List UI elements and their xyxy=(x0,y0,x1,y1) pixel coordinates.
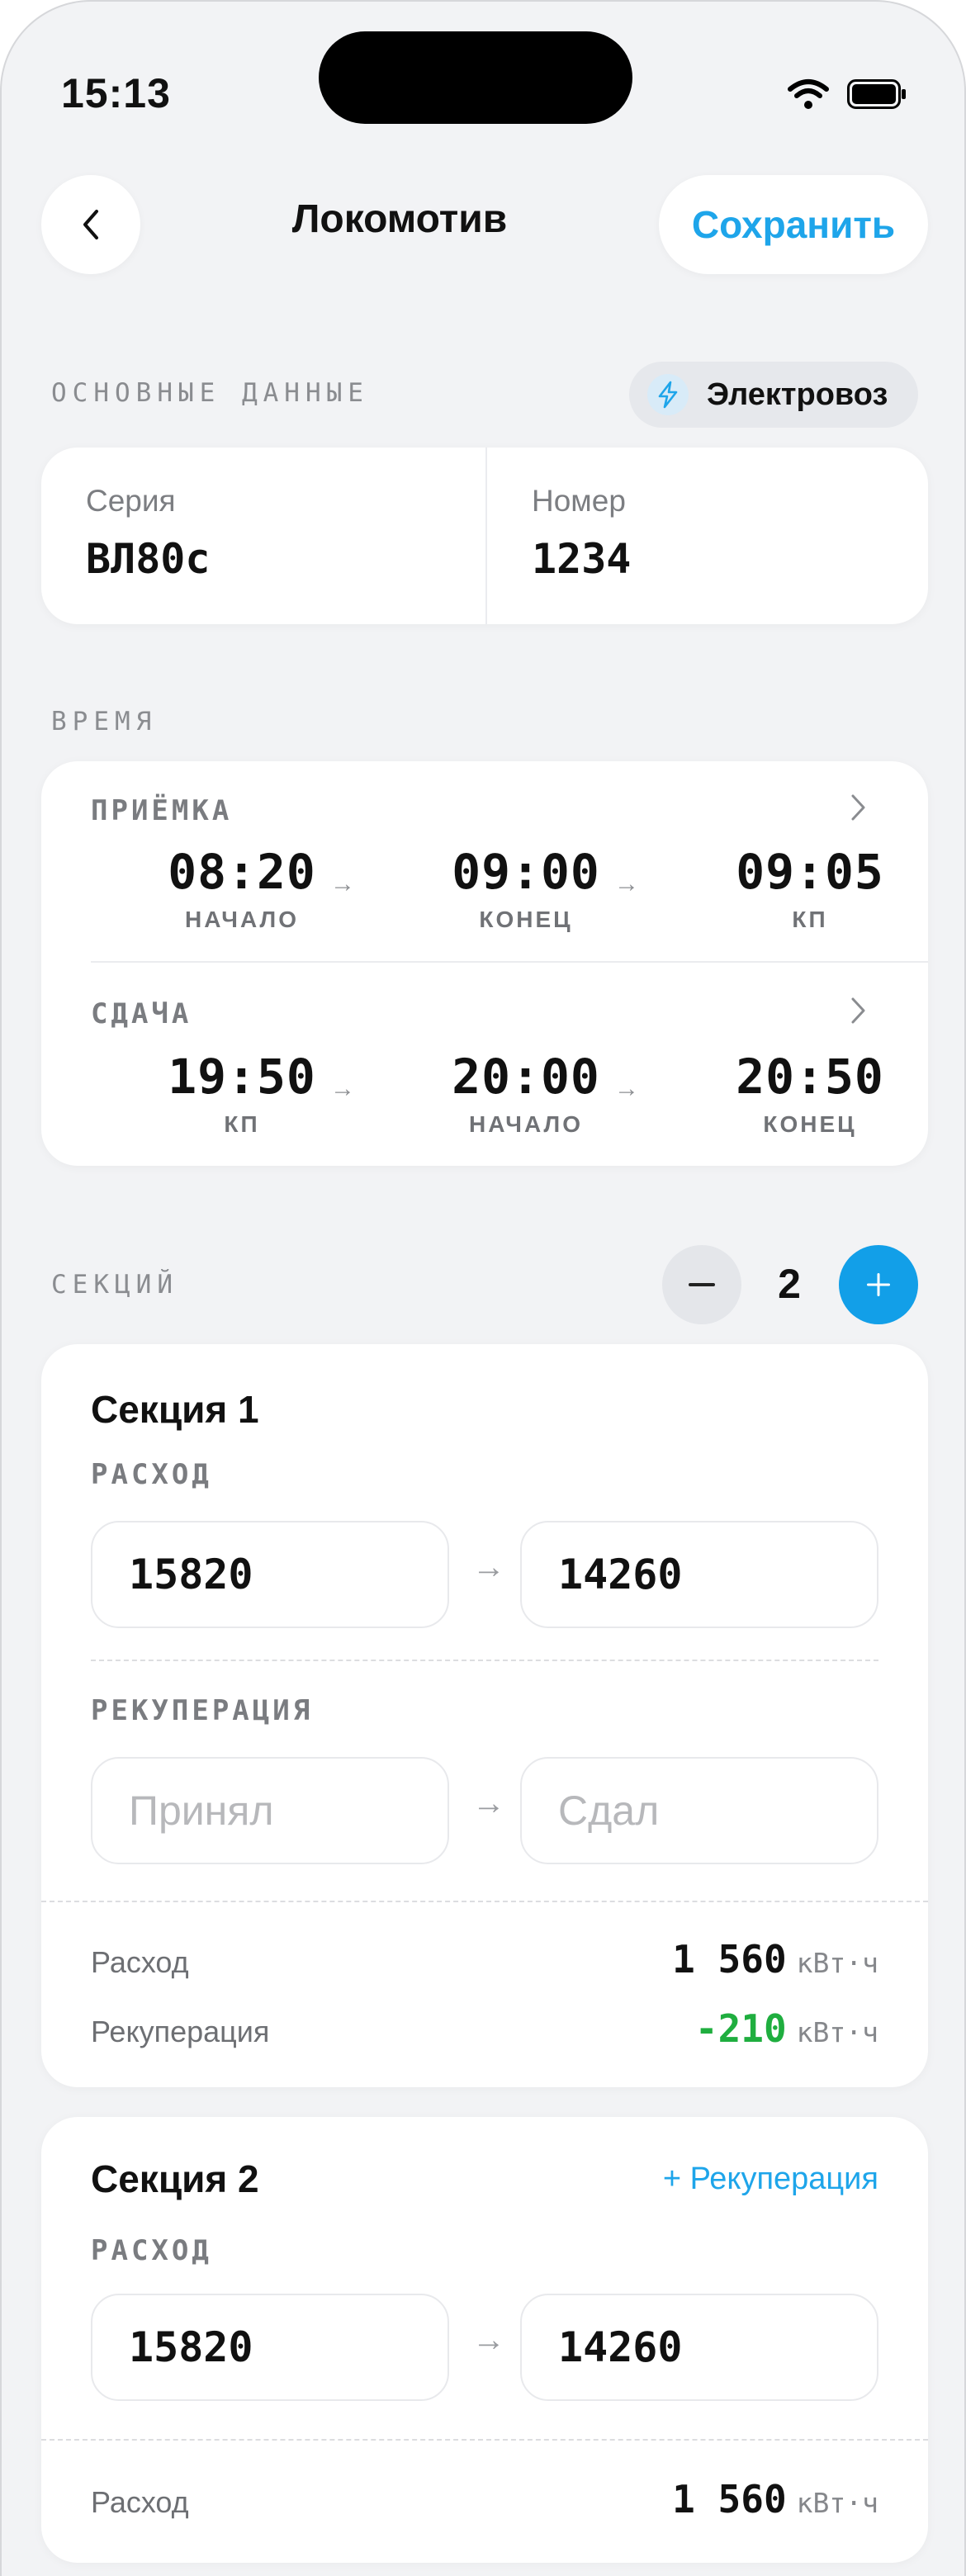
sections-label: СЕКЦИЙ xyxy=(51,1270,178,1300)
handover-kp: 19:50 КП xyxy=(139,1049,345,1138)
arrow-right-icon: → xyxy=(614,870,639,897)
time-card: ПРИЁМКА 08:20 НАЧАЛО → 09:00 КОНЕЦ → 09:… xyxy=(41,761,928,1166)
acceptance-row[interactable]: ПРИЁМКА 08:20 НАЧАЛО → 09:00 КОНЕЦ → 09:… xyxy=(41,761,928,959)
handover-label: СДАЧА xyxy=(91,997,192,1030)
summary-value: 1 560 xyxy=(672,1937,787,1982)
time-value: 20:00 xyxy=(452,1049,600,1105)
time-section-label: ВРЕМЯ xyxy=(51,707,158,736)
time-value: 08:20 xyxy=(168,844,316,900)
arrow-right-icon: → xyxy=(330,870,355,897)
recuperation-to-input[interactable]: Сдал xyxy=(520,1757,878,1864)
summary-consumption: 1 560 кВт·ч xyxy=(672,1937,878,1982)
arrow-right-icon: → xyxy=(472,1549,505,1585)
handover-row[interactable]: СДАЧА 19:50 КП → 20:00 НАЧАЛО → 20:50 КО… xyxy=(41,963,928,1166)
lightning-icon xyxy=(647,374,689,415)
section-card-1: Секция 1 РАСХОД 15820 → 14260 РЕКУПЕРАЦИ… xyxy=(41,1344,928,2087)
dashed-divider xyxy=(41,2439,928,2441)
series-label: Серия xyxy=(86,484,176,518)
plus-icon xyxy=(867,1273,890,1296)
section-card-2: Секция 2 + Рекуперация РАСХОД 15820 → 14… xyxy=(41,2117,928,2563)
handover-start: 20:00 НАЧАЛО xyxy=(423,1049,629,1138)
series-value: ВЛ80с xyxy=(86,535,211,583)
dashed-divider xyxy=(91,1660,878,1661)
time-value: 09:05 xyxy=(736,844,884,900)
arrow-right-icon: → xyxy=(472,1785,505,1821)
arrow-right-icon: → xyxy=(614,1075,639,1102)
basic-data-section-label: ОСНОВНЫЕ ДАННЫЕ xyxy=(51,378,369,408)
number-value: 1234 xyxy=(532,535,632,583)
acceptance-start: 08:20 НАЧАЛО xyxy=(139,844,345,933)
minus-icon xyxy=(689,1283,715,1286)
status-time: 15:13 xyxy=(61,70,171,116)
number-field[interactable]: Номер 1234 xyxy=(487,447,928,624)
summary-unit: кВт·ч xyxy=(796,2487,878,2519)
summary-consumption: 1 560 кВт·ч xyxy=(672,2477,878,2522)
section-title: Секция 2 xyxy=(91,2157,259,2200)
consumption-from-input[interactable]: 15820 xyxy=(91,1521,449,1628)
chevron-right-icon xyxy=(851,997,865,1024)
summary-recuperation: -210 кВт·ч xyxy=(695,2006,878,2051)
wifi-icon xyxy=(788,79,829,109)
consumption-to-input[interactable]: 14260 xyxy=(520,2294,878,2401)
recuperation-from-input[interactable]: Принял xyxy=(91,1757,449,1864)
sections-count: 2 xyxy=(778,1261,801,1307)
summary-recuperation-label: Рекуперация xyxy=(91,2015,270,2048)
summary-consumption-label: Расход xyxy=(91,1945,189,1979)
time-caption: КОНЕЦ xyxy=(479,907,573,932)
acceptance-label: ПРИЁМКА xyxy=(91,794,233,827)
acceptance-end: 09:00 КОНЕЦ xyxy=(423,844,629,933)
time-caption: КП xyxy=(792,907,828,932)
time-value: 09:00 xyxy=(452,844,600,900)
consumption-to-input[interactable]: 14260 xyxy=(520,1521,878,1628)
arrow-right-icon: → xyxy=(472,2322,505,2358)
summary-unit: кВт·ч xyxy=(796,1947,878,1979)
number-label: Номер xyxy=(532,484,626,518)
summary-value: 1 560 xyxy=(672,2477,787,2522)
dashed-divider xyxy=(41,1901,928,1902)
time-caption: КОНЕЦ xyxy=(763,1111,857,1137)
handover-end: 20:50 КОНЕЦ xyxy=(707,1049,913,1138)
phone-screen: 15:13 Локомотив Сохранить ОСНОВНЫЕ ДАННЫ… xyxy=(0,0,966,2576)
add-recuperation-button[interactable]: + Рекуперация xyxy=(663,2162,878,2197)
section-title: Секция 1 xyxy=(91,1388,259,1431)
arrow-right-icon: → xyxy=(330,1075,355,1102)
consumption-label: РАСХОД xyxy=(91,1458,212,1491)
locomotive-type-pill[interactable]: Электровоз xyxy=(629,362,918,428)
time-caption: НАЧАЛО xyxy=(185,907,299,932)
battery-icon xyxy=(847,79,906,109)
increment-sections-button[interactable] xyxy=(839,1245,918,1324)
locomotive-type-label: Электровоз xyxy=(707,376,888,412)
time-value: 19:50 xyxy=(168,1049,316,1105)
recuperation-label: РЕКУПЕРАЦИЯ xyxy=(91,1694,314,1727)
save-button[interactable]: Сохранить xyxy=(659,175,928,274)
series-field[interactable]: Серия ВЛ80с xyxy=(41,447,485,624)
summary-consumption-label: Расход xyxy=(91,2485,189,2519)
dynamic-island xyxy=(319,31,632,124)
time-caption: НАЧАЛО xyxy=(469,1111,583,1137)
consumption-from-input[interactable]: 15820 xyxy=(91,2294,449,2401)
acceptance-kp: 09:05 КП xyxy=(707,844,913,933)
summary-unit: кВт·ч xyxy=(796,2016,878,2048)
summary-value: -210 xyxy=(694,2006,787,2051)
decrement-sections-button[interactable] xyxy=(662,1245,741,1324)
chevron-right-icon xyxy=(851,794,865,821)
time-value: 20:50 xyxy=(736,1049,884,1105)
consumption-label: РАСХОД xyxy=(91,2234,212,2267)
basic-data-card: Серия ВЛ80с Номер 1234 xyxy=(41,447,928,624)
time-caption: КП xyxy=(224,1111,260,1137)
